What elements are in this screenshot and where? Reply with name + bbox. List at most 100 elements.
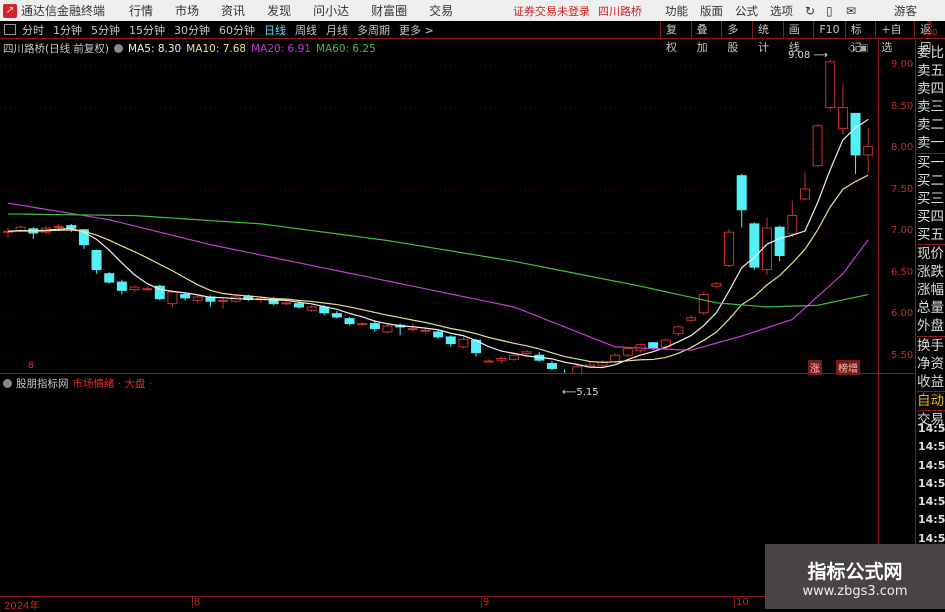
period-toolbar: 分时 1分钟 5分钟 15分钟 30分钟 60分钟 日线 周线 月线 多周期 更多 > 复权 叠加 多股…: [0, 20, 945, 54]
sidebar-item[interactable]: 卖五: [917, 62, 945, 80]
price-tick: 8.00: [891, 142, 914, 154]
sidebar-item[interactable]: 自动: [917, 390, 945, 410]
candle-body: [433, 331, 444, 338]
app-logo-icon: ↗: [3, 3, 17, 18]
candle-body: [142, 288, 153, 291]
tool-button[interactable]: 画线: [782, 21, 814, 54]
chart-controls[interactable]: ◇ ▣: [848, 43, 868, 54]
phone-icon[interactable]: ▯: [826, 4, 833, 18]
settings-dot-icon[interactable]: [3, 379, 12, 388]
x-axis-label: 10: [736, 597, 749, 608]
sidebar-item[interactable]: 涨幅: [917, 281, 945, 299]
sidebar-item[interactable]: 净资: [917, 355, 945, 373]
tool-button[interactable]: 复权: [660, 21, 691, 54]
tool-button[interactable]: F10: [813, 21, 844, 39]
candle-body: [407, 328, 418, 331]
refresh-icon[interactable]: ↻: [805, 4, 815, 18]
x-axis-label: 2024年: [4, 601, 40, 612]
period-tab[interactable]: 周线: [295, 22, 317, 38]
trade-time: 14:56: [918, 476, 945, 490]
candle-body: [799, 188, 810, 200]
price-tick: 6.50: [891, 266, 914, 278]
user-label[interactable]: 游客: [894, 3, 917, 19]
badge-r300: R 300: [922, 20, 938, 37]
divider: [915, 39, 916, 609]
period-tab[interactable]: 多周期: [357, 22, 390, 38]
menu-item[interactable]: 资讯: [221, 2, 245, 19]
period-tab[interactable]: 1分钟: [53, 22, 82, 38]
marker-8: 8: [28, 361, 34, 371]
period-tab[interactable]: 更多 >: [399, 22, 434, 38]
menu-item[interactable]: 版面: [700, 3, 723, 19]
sidebar-item[interactable]: 总量: [917, 299, 945, 317]
sidebar-item[interactable]: 买二: [917, 172, 945, 190]
mail-icon[interactable]: ✉: [846, 4, 856, 18]
menu-bar: ↗ 通达信金融终端 行情 市场 资讯 发现 问小达 财富圈 交易 证券交易未登录 四川路桥 功…: [0, 0, 945, 21]
period-tab[interactable]: 日线: [264, 22, 286, 38]
candle-body: [116, 281, 127, 291]
tool-button[interactable]: 多股: [721, 21, 752, 54]
candle-body: [622, 348, 633, 356]
period-tab[interactable]: 分时: [22, 22, 44, 38]
candle-body: [837, 107, 848, 129]
chart-title: 四川路桥(日线 前复权): [3, 43, 110, 55]
candle-body: [344, 318, 355, 325]
sidebar-item[interactable]: 收益: [917, 373, 945, 391]
watermark-url: www.zbgs3.com: [802, 584, 908, 599]
menu-item[interactable]: 问小达: [313, 2, 349, 19]
sidebar-item[interactable]: 卖一: [917, 134, 945, 152]
menu-item[interactable]: 交易: [429, 2, 453, 19]
candle-body: [180, 294, 191, 299]
sidebar-item[interactable]: 卖三: [917, 98, 945, 116]
period-tab[interactable]: 60分钟: [219, 22, 255, 38]
tool-button[interactable]: 统计: [752, 21, 783, 54]
zhang-label: 涨: [808, 360, 822, 375]
menu-item[interactable]: 功能: [665, 3, 688, 19]
sidebar-item[interactable]: 换手: [917, 335, 945, 355]
menu-item[interactable]: 财富圈: [371, 2, 407, 19]
period-tab[interactable]: 5分钟: [91, 22, 120, 38]
tool-button[interactable]: 叠加: [690, 21, 722, 54]
menu-item[interactable]: 市场: [175, 2, 199, 19]
sidebar-item[interactable]: 涨跌: [917, 263, 945, 281]
login-status[interactable]: 证券交易未登录 四川路桥: [513, 3, 650, 19]
indicator-name[interactable]: 市场情绪 · 大盘 ·: [73, 376, 153, 391]
sidebar-item[interactable]: 外盘: [917, 317, 945, 335]
period-tab[interactable]: 30分钟: [174, 22, 210, 38]
sidebar-item[interactable]: 买三: [917, 190, 945, 208]
watermark: 指标公式网 www.zbgs3.com: [765, 544, 945, 609]
candlestick-chart[interactable]: [0, 56, 878, 374]
candle-body: [736, 175, 747, 211]
sidebar-item[interactable]: 买一: [917, 152, 945, 172]
tool-button[interactable]: 标记: [844, 21, 876, 54]
high-label: 9.08 ⟶: [788, 50, 828, 62]
chart-info-row: 四川路桥(日线 前复权) MA5: 8.30 MA10: 7.68 MA20: …: [3, 41, 376, 56]
period-tab[interactable]: 15分钟: [129, 22, 165, 38]
x-axis-label: 9: [483, 597, 490, 608]
menu-item[interactable]: 行情: [129, 2, 153, 19]
panel-toggle-icon[interactable]: [4, 24, 16, 35]
price-tick: 9.00: [891, 59, 914, 70]
sub-panel-header: 股朋指标网 市场情绪 · 大盘 ·: [3, 376, 152, 391]
menu-item[interactable]: 发现: [267, 2, 291, 19]
settings-dot-icon[interactable]: [114, 44, 124, 53]
candle-body: [382, 325, 393, 333]
candle-body: [648, 342, 659, 350]
menu-item[interactable]: 公式: [735, 3, 758, 19]
sidebar-item[interactable]: 卖四: [917, 80, 945, 98]
bangzeng-label: 榜增: [836, 360, 860, 375]
sidebar-item[interactable]: 卖二: [917, 116, 945, 134]
period-tab[interactable]: 月线: [326, 22, 348, 38]
candle-body: [218, 299, 229, 302]
sidebar-item[interactable]: 买四: [917, 208, 945, 226]
ma10-label: MA10: 7.68: [186, 42, 247, 55]
trade-time: 14:56: [918, 495, 945, 509]
sidebar-item[interactable]: 现价: [917, 244, 945, 263]
sidebar-item[interactable]: 买五: [917, 226, 945, 244]
sidebar-item[interactable]: 委比: [917, 44, 945, 62]
menu-item[interactable]: 选项: [770, 3, 793, 19]
ma5-label: MA5: 8.30: [128, 42, 182, 55]
trade-time: 14:56: [918, 458, 945, 472]
candle-body: [357, 323, 368, 326]
tool-button[interactable]: +自选: [875, 21, 914, 54]
